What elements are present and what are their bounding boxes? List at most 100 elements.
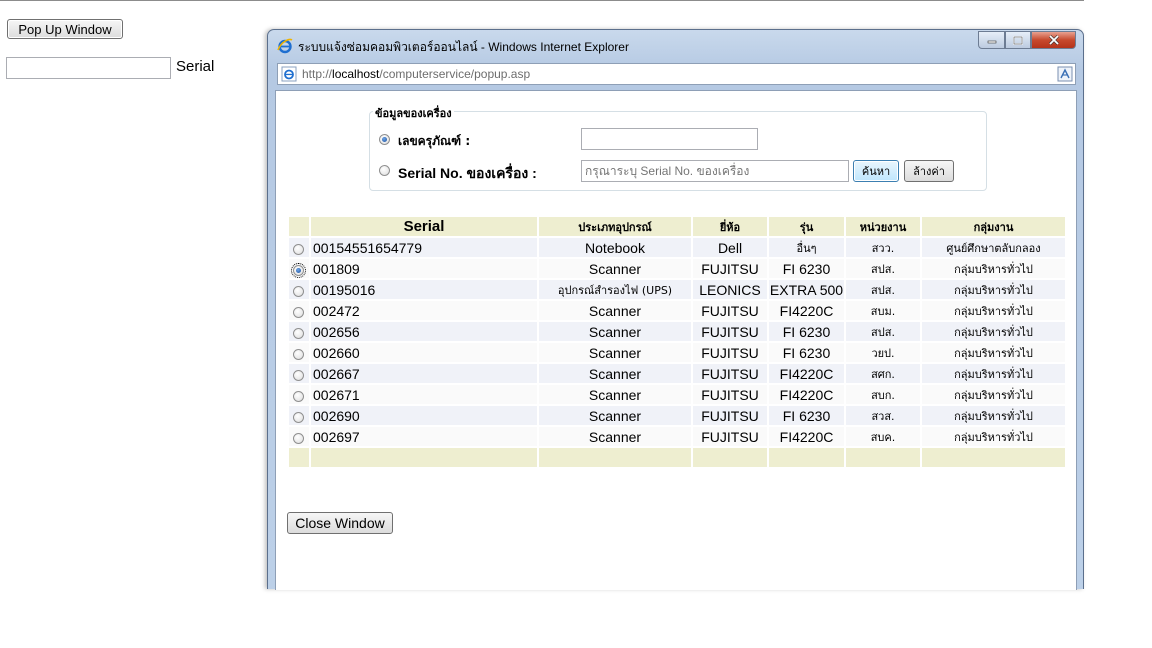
cell-serial: 001809 [311, 259, 537, 278]
row-select-cell [289, 406, 309, 425]
cell-unit: สปส. [846, 259, 920, 278]
cell-brand: FUJITSU [693, 259, 767, 278]
table-row[interactable]: 002660 Scanner FUJITSU FI 6230 วยป. กลุ่มบริห… [289, 343, 1065, 362]
clear-button[interactable]: ล้างค่า [904, 160, 954, 182]
cell-serial: 002697 [311, 427, 537, 446]
page-icon [281, 66, 297, 82]
row-select-cell [289, 364, 309, 383]
popup-window-button[interactable]: Pop Up Window [7, 19, 123, 39]
cell-unit: สบม. [846, 301, 920, 320]
table-row[interactable]: 00154551654779 Notebook Dell อื่นๆ สวว. ศูนย์… [289, 238, 1065, 257]
cell-model: FI 6230 [769, 259, 844, 278]
cell-type: Scanner [539, 406, 691, 425]
table-row[interactable]: 00195016 อุปกรณ์สำรองไฟ (UPS) LEONICS EXTRA… [289, 280, 1065, 299]
cell-brand: FUJITSU [693, 364, 767, 383]
cell-unit: สปส. [846, 280, 920, 299]
maximize-button[interactable] [1005, 31, 1031, 49]
serial-label: Serial [176, 58, 215, 75]
cell-model: FI4220C [769, 427, 844, 446]
cell-group: กลุ่มบริหารทั่วไป [922, 406, 1065, 425]
cell-unit: สบก. [846, 385, 920, 404]
footer-cell [846, 448, 920, 467]
row-select-radio[interactable] [291, 262, 306, 278]
row-select-radio[interactable] [293, 411, 304, 423]
footer-cell [311, 448, 537, 467]
header-model: รุ่น [769, 217, 844, 236]
serial-input[interactable] [6, 57, 171, 79]
row-select-radio[interactable] [293, 243, 304, 255]
row-select-radio[interactable] [293, 348, 304, 360]
table-row[interactable]: 002697 Scanner FUJITSU FI4220C สบค. กลุ่มบริห… [289, 427, 1065, 446]
row-select-cell [289, 427, 309, 446]
cell-type: Scanner [539, 343, 691, 362]
close-button[interactable] [1031, 31, 1076, 49]
cell-type: Scanner [539, 364, 691, 383]
close-icon [1048, 35, 1059, 45]
header-serial: Serial [311, 217, 537, 236]
cell-type: Notebook [539, 238, 691, 257]
row-select-radio[interactable] [293, 390, 304, 402]
header-select [289, 217, 309, 236]
device-table: Serial ประเภทอุปกรณ์ ยี่ห้อ รุ่น หน่วยงา… [287, 215, 1067, 469]
close-window-button[interactable]: Close Window [287, 512, 393, 534]
cell-model: EXTRA 500 [769, 280, 844, 299]
row-select-cell [289, 238, 309, 257]
row-select-cell [289, 343, 309, 362]
device-info-fieldset: ข้อมูลของเครื่อง เลขครุภัณฑ์ : Serial No… [369, 104, 987, 191]
row-select-cell [289, 322, 309, 341]
row-select-radio[interactable] [293, 306, 304, 318]
cell-brand: FUJITSU [693, 301, 767, 320]
asset-number-label: เลขครุภัณฑ์ : [398, 134, 471, 148]
cell-group: กลุ่มบริหารทั่วไป [922, 322, 1065, 341]
compatibility-view-icon[interactable] [1057, 66, 1073, 82]
cell-serial: 002472 [311, 301, 537, 320]
row-select-radio[interactable] [293, 369, 304, 381]
table-header-row: Serial ประเภทอุปกรณ์ ยี่ห้อ รุ่น หน่วยงา… [289, 217, 1065, 236]
window-titlebar[interactable]: ระบบแจ้งซ่อมคอมพิวเตอร์ออนไลน์ - Windows… [268, 30, 1083, 60]
cell-type: Scanner [539, 385, 691, 404]
row-select-radio[interactable] [293, 432, 304, 444]
table-footer-row [289, 448, 1065, 467]
cell-brand: FUJITSU [693, 427, 767, 446]
serial-number-radio[interactable] [379, 165, 390, 176]
header-type: ประเภทอุปกรณ์ [539, 217, 691, 236]
minimize-button[interactable] [978, 31, 1005, 49]
cell-type: Scanner [539, 427, 691, 446]
cell-model: FI 6230 [769, 406, 844, 425]
cell-model: FI4220C [769, 364, 844, 383]
asset-number-radio[interactable] [379, 134, 390, 145]
search-button[interactable]: ค้นหา [853, 160, 899, 182]
window-title: ระบบแจ้งซ่อมคอมพิวเตอร์ออนไลน์ - Windows… [298, 40, 629, 54]
address-bar[interactable]: http://localhost/computerservice/popup.a… [277, 63, 1076, 85]
header-unit: หน่วยงาน [846, 217, 920, 236]
cell-group: กลุ่มบริหารทั่วไป [922, 364, 1065, 383]
row-select-radio[interactable] [293, 327, 304, 339]
table-row[interactable]: 002671 Scanner FUJITSU FI4220C สบก. กลุ่มบริห… [289, 385, 1065, 404]
table-row[interactable]: 001809 Scanner FUJITSU FI 6230 สปส. กลุ่มบริห… [289, 259, 1065, 278]
cell-unit: สบค. [846, 427, 920, 446]
serial-number-label: Serial No. ของเครื่อง : [398, 165, 537, 181]
url-prefix: http:// [302, 67, 333, 81]
row-select-radio[interactable] [293, 285, 304, 297]
page-content: ข้อมูลของเครื่อง เลขครุภัณฑ์ : Serial No… [275, 90, 1077, 590]
asset-number-input[interactable] [581, 128, 758, 150]
table-row[interactable]: 002472 Scanner FUJITSU FI4220C สบม. กลุ่มบริห… [289, 301, 1065, 320]
cell-unit: วยป. [846, 343, 920, 362]
cell-type: Scanner [539, 301, 691, 320]
cell-model: อื่นๆ [769, 238, 844, 257]
maximize-icon [1013, 35, 1023, 45]
footer-cell [922, 448, 1065, 467]
cell-brand: FUJITSU [693, 322, 767, 341]
table-row[interactable]: 002690 Scanner FUJITSU FI 6230 สวส. กลุ่มบริห… [289, 406, 1065, 425]
cell-unit: สวว. [846, 238, 920, 257]
url-path: /computerservice/popup.asp [379, 67, 531, 81]
cell-model: FI 6230 [769, 322, 844, 341]
cell-type: อุปกรณ์สำรองไฟ (UPS) [539, 280, 691, 299]
table-row[interactable]: 002667 Scanner FUJITSU FI4220C สศก. กลุ่มบริห… [289, 364, 1065, 383]
row-select-cell [289, 280, 309, 299]
table-row[interactable]: 002656 Scanner FUJITSU FI 6230 สปส. กลุ่มบริห… [289, 322, 1065, 341]
top-border-line [0, 0, 1084, 1]
cell-brand: FUJITSU [693, 343, 767, 362]
cell-brand: Dell [693, 238, 767, 257]
serial-number-input[interactable] [581, 160, 849, 182]
